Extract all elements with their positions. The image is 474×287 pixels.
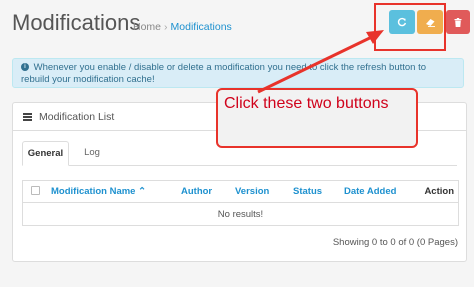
- table-row: No results!: [23, 203, 459, 226]
- empty-results-text: No results!: [217, 208, 264, 220]
- annotation-callout: Click these two buttons: [216, 88, 418, 148]
- list-icon: [23, 112, 32, 121]
- column-action: Action: [418, 180, 459, 203]
- column-modification-name[interactable]: Modification Name ⌃: [47, 180, 177, 203]
- table-header-row: Modification Name ⌃ Author Version Statu…: [22, 180, 459, 203]
- select-all-checkbox[interactable]: [30, 185, 40, 195]
- tab-log[interactable]: Log: [77, 141, 107, 165]
- alert-text: Whenever you enable / disable or delete …: [21, 62, 427, 85]
- column-date-added[interactable]: Date Added: [340, 180, 418, 203]
- column-status[interactable]: Status: [289, 180, 340, 203]
- breadcrumb-home[interactable]: Home: [133, 21, 161, 33]
- select-all-cell: [22, 180, 47, 203]
- annotation-highlight-box: [374, 3, 446, 51]
- info-alert: i Whenever you enable / disable or delet…: [12, 58, 464, 88]
- breadcrumb-current[interactable]: Modifications: [171, 21, 232, 33]
- page-title: Modifications: [12, 10, 141, 35]
- modification-table: Modification Name ⌃ Author Version Statu…: [22, 180, 459, 226]
- trash-icon: [454, 17, 462, 27]
- breadcrumb: Home › Modifications: [133, 21, 232, 33]
- breadcrumb-separator: ›: [164, 21, 168, 33]
- tab-general[interactable]: General: [22, 141, 69, 166]
- panel-title: Modification List: [39, 110, 115, 123]
- delete-button[interactable]: [446, 10, 470, 34]
- info-circle-icon: i: [21, 63, 29, 72]
- column-author[interactable]: Author: [177, 180, 231, 203]
- column-version[interactable]: Version: [231, 180, 289, 203]
- pagination-info: Showing 0 to 0 of 0 (0 Pages): [332, 237, 458, 248]
